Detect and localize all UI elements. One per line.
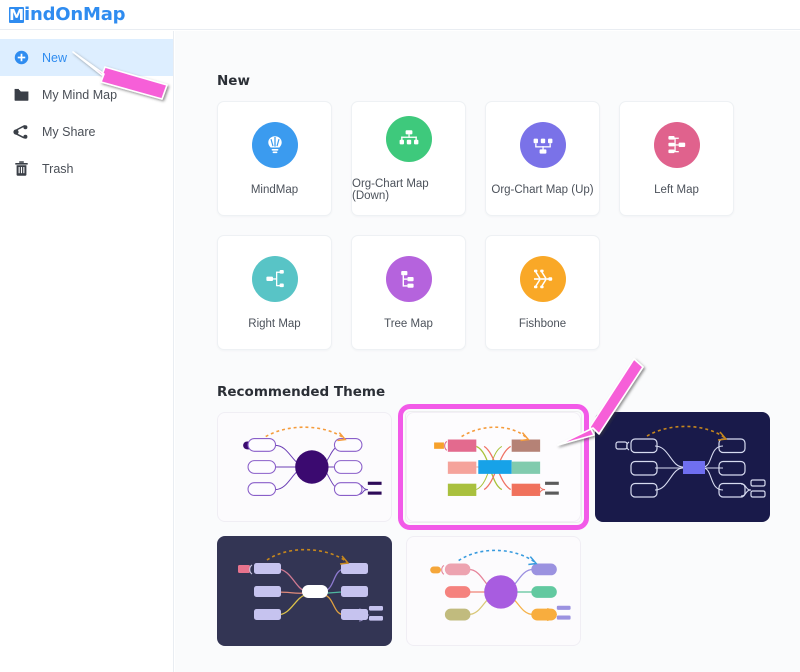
app-root: MindOnMap New My Mind Map My Share Trash…	[0, 0, 800, 672]
sidebar-item-trash[interactable]: Trash	[0, 150, 173, 187]
map-type-label: Tree Map	[384, 317, 433, 330]
theme-preview-pastel-round-svg	[430, 549, 571, 621]
theme-grid	[217, 404, 787, 646]
theme-preview	[217, 536, 392, 646]
map-type-label: Left Map	[654, 183, 699, 196]
theme-preview-purple-light-svg	[243, 426, 382, 497]
theme-card-colorful-light-selected[interactable]	[398, 404, 589, 530]
logo-mark-icon: M	[9, 5, 24, 24]
theme-preview-navy-dark-svg	[615, 425, 766, 498]
sidebar: New My Mind Map My Share Trash	[0, 31, 174, 672]
map-type-card-left-map[interactable]: Left Map	[619, 101, 734, 216]
theme-preview	[406, 536, 581, 646]
folder-icon	[12, 86, 30, 104]
trash-icon	[12, 160, 30, 178]
tree-map-icon	[385, 255, 432, 302]
main-content: New MindMap Org-Chart Map (Down) Org-Cha…	[175, 31, 800, 672]
map-type-card-right-map[interactable]: Right Map	[217, 235, 332, 350]
share-icon	[12, 123, 30, 141]
sidebar-item-trash-label: Trash	[42, 161, 74, 176]
map-type-card-org-chart-down[interactable]: Org-Chart Map (Down)	[351, 101, 466, 216]
theme-card-pastel-round[interactable]	[406, 536, 581, 646]
map-type-card-fishbone[interactable]: Fishbone	[485, 235, 600, 350]
map-type-label: Org-Chart Map (Up)	[491, 183, 594, 196]
sidebar-item-my-mind-map-label: My Mind Map	[42, 87, 118, 102]
theme-card-slate-dark[interactable]	[217, 536, 392, 646]
map-type-card-tree-map[interactable]: Tree Map	[351, 235, 466, 350]
map-type-card-mindmap[interactable]: MindMap	[217, 101, 332, 216]
sidebar-item-my-share[interactable]: My Share	[0, 113, 173, 150]
map-type-label: MindMap	[250, 183, 299, 196]
theme-preview	[406, 412, 581, 522]
app-logo[interactable]: MindOnMap	[9, 4, 126, 25]
lightbulb-icon	[251, 121, 298, 168]
right-map-icon	[251, 255, 298, 302]
sidebar-item-my-mind-map[interactable]: My Mind Map	[0, 76, 173, 113]
theme-preview-colorful-light-svg	[434, 426, 559, 496]
map-type-label: Fishbone	[518, 317, 567, 330]
theme-preview-slate-dark-svg	[238, 548, 383, 622]
app-header: MindOnMap	[0, 0, 800, 30]
org-chart-up-icon	[519, 121, 566, 168]
theme-preview	[595, 412, 770, 522]
new-section-title: New	[217, 73, 250, 89]
sidebar-item-new-label: New	[42, 50, 68, 65]
plus-circle-icon	[12, 49, 30, 67]
theme-card-navy-dark[interactable]	[595, 412, 770, 522]
map-type-card-org-chart-up[interactable]: Org-Chart Map (Up)	[485, 101, 600, 216]
org-chart-down-icon	[385, 115, 432, 162]
map-type-label: Org-Chart Map (Down)	[352, 177, 429, 202]
fishbone-icon	[519, 255, 566, 302]
theme-section-title: Recommended Theme	[217, 384, 386, 400]
sidebar-item-new[interactable]: New	[0, 39, 173, 76]
theme-card-purple-light[interactable]	[217, 412, 392, 522]
new-card-grid: MindMap Org-Chart Map (Down) Org-Chart M…	[217, 101, 777, 350]
left-map-icon	[653, 121, 700, 168]
map-type-label: Right Map	[248, 317, 301, 330]
sidebar-item-my-share-label: My Share	[42, 124, 96, 139]
logo-text: indOnMap	[24, 4, 126, 25]
theme-preview	[217, 412, 392, 522]
